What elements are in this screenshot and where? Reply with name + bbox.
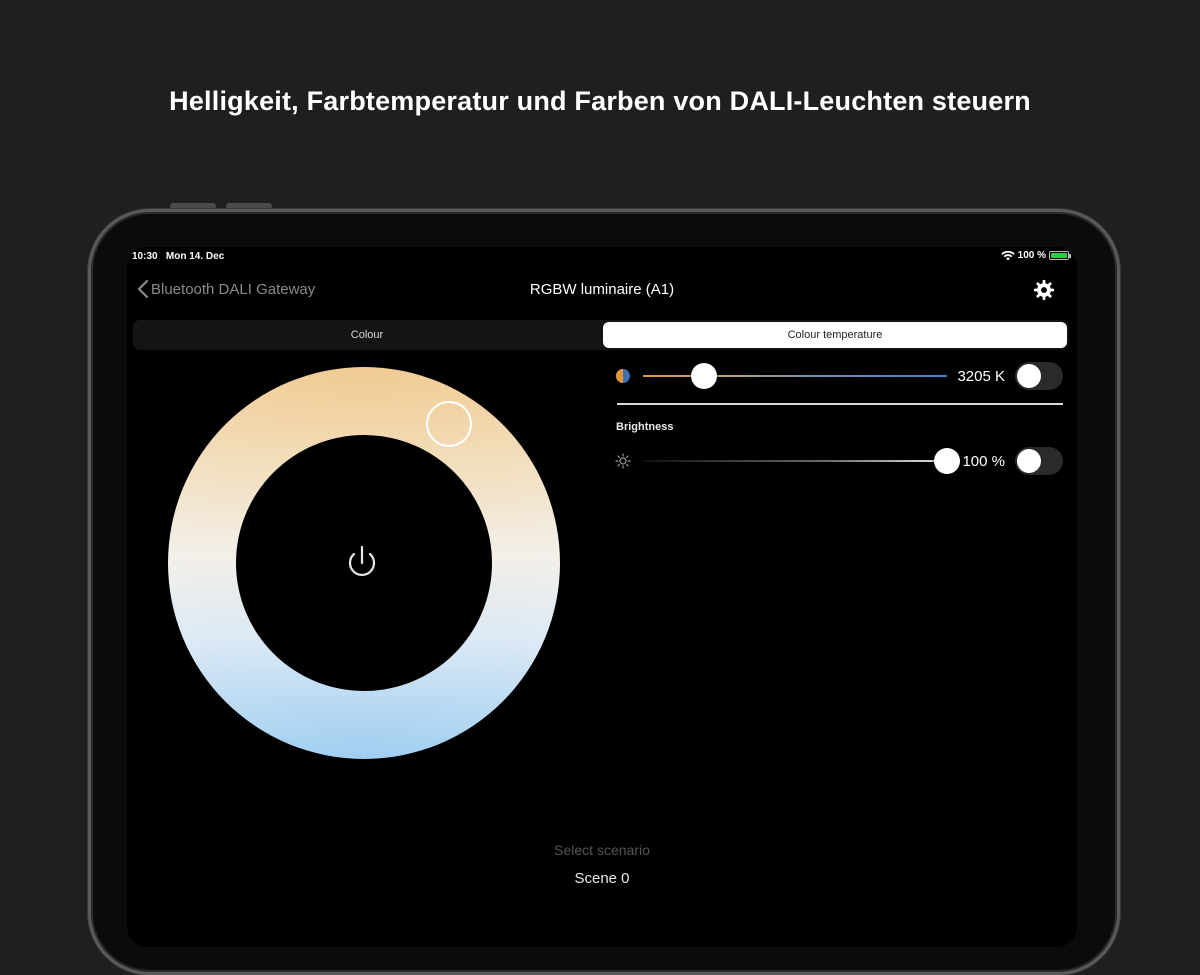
brightness-label: Brightness — [616, 421, 674, 433]
colour-temperature-value: 3205 K — [957, 368, 1005, 385]
tab-colour[interactable]: Colour — [135, 322, 599, 348]
brightness-toggle[interactable] — [1015, 447, 1063, 475]
page-headline: Helligkeit, Farbtemperatur und Farben vo… — [169, 86, 1031, 116]
colour-temperature-slider[interactable] — [643, 375, 947, 377]
colour-temperature-row: 3205 K — [613, 361, 1065, 391]
wifi-icon — [1000, 250, 1015, 260]
status-time: 10:30 Mon 14. Dec — [132, 251, 224, 262]
brightness-slider-thumb[interactable] — [934, 448, 960, 474]
app-screen: 10:30 Mon 14. Dec 100 % Bluetooth DALI G… — [127, 247, 1077, 947]
colour-temperature-slider-thumb[interactable] — [690, 363, 717, 389]
colour-temperature-toggle[interactable] — [1015, 362, 1063, 390]
scenario-label: Select scenario — [554, 842, 650, 858]
temperature-icon — [616, 369, 630, 383]
sun-icon — [615, 453, 631, 469]
status-date: Mon 14. Dec — [165, 251, 225, 262]
status-indicators: 100 % — [1000, 250, 1071, 261]
battery-icon — [1049, 251, 1071, 260]
tab-colour-temperature[interactable]: Colour temperature — [603, 322, 1067, 348]
status-bar: 10:30 Mon 14. Dec 100 % — [127, 247, 1077, 267]
navigation-bar: Bluetooth DALI Gateway RGBW luminaire (A… — [127, 269, 1077, 313]
brightness-row: 100 % — [613, 446, 1065, 476]
status-clock: 10:30 — [132, 251, 158, 262]
scenario-selector[interactable]: Scene 0 — [127, 870, 1077, 887]
colour-temperature-wheel[interactable] — [168, 367, 560, 759]
battery-percent: 100 % — [1017, 250, 1046, 261]
mode-segmented-control: Colour Colour temperature — [133, 320, 1069, 350]
wheel-handle[interactable] — [426, 401, 472, 447]
gear-icon[interactable] — [1033, 279, 1055, 301]
page-title: RGBW luminaire (A1) — [529, 281, 675, 298]
brightness-value: 100 % — [962, 453, 1005, 470]
section-divider — [617, 403, 1063, 405]
toggle-knob — [1017, 364, 1041, 388]
toggle-knob — [1017, 449, 1041, 473]
brightness-slider[interactable] — [643, 460, 947, 462]
power-icon[interactable] — [342, 543, 382, 583]
